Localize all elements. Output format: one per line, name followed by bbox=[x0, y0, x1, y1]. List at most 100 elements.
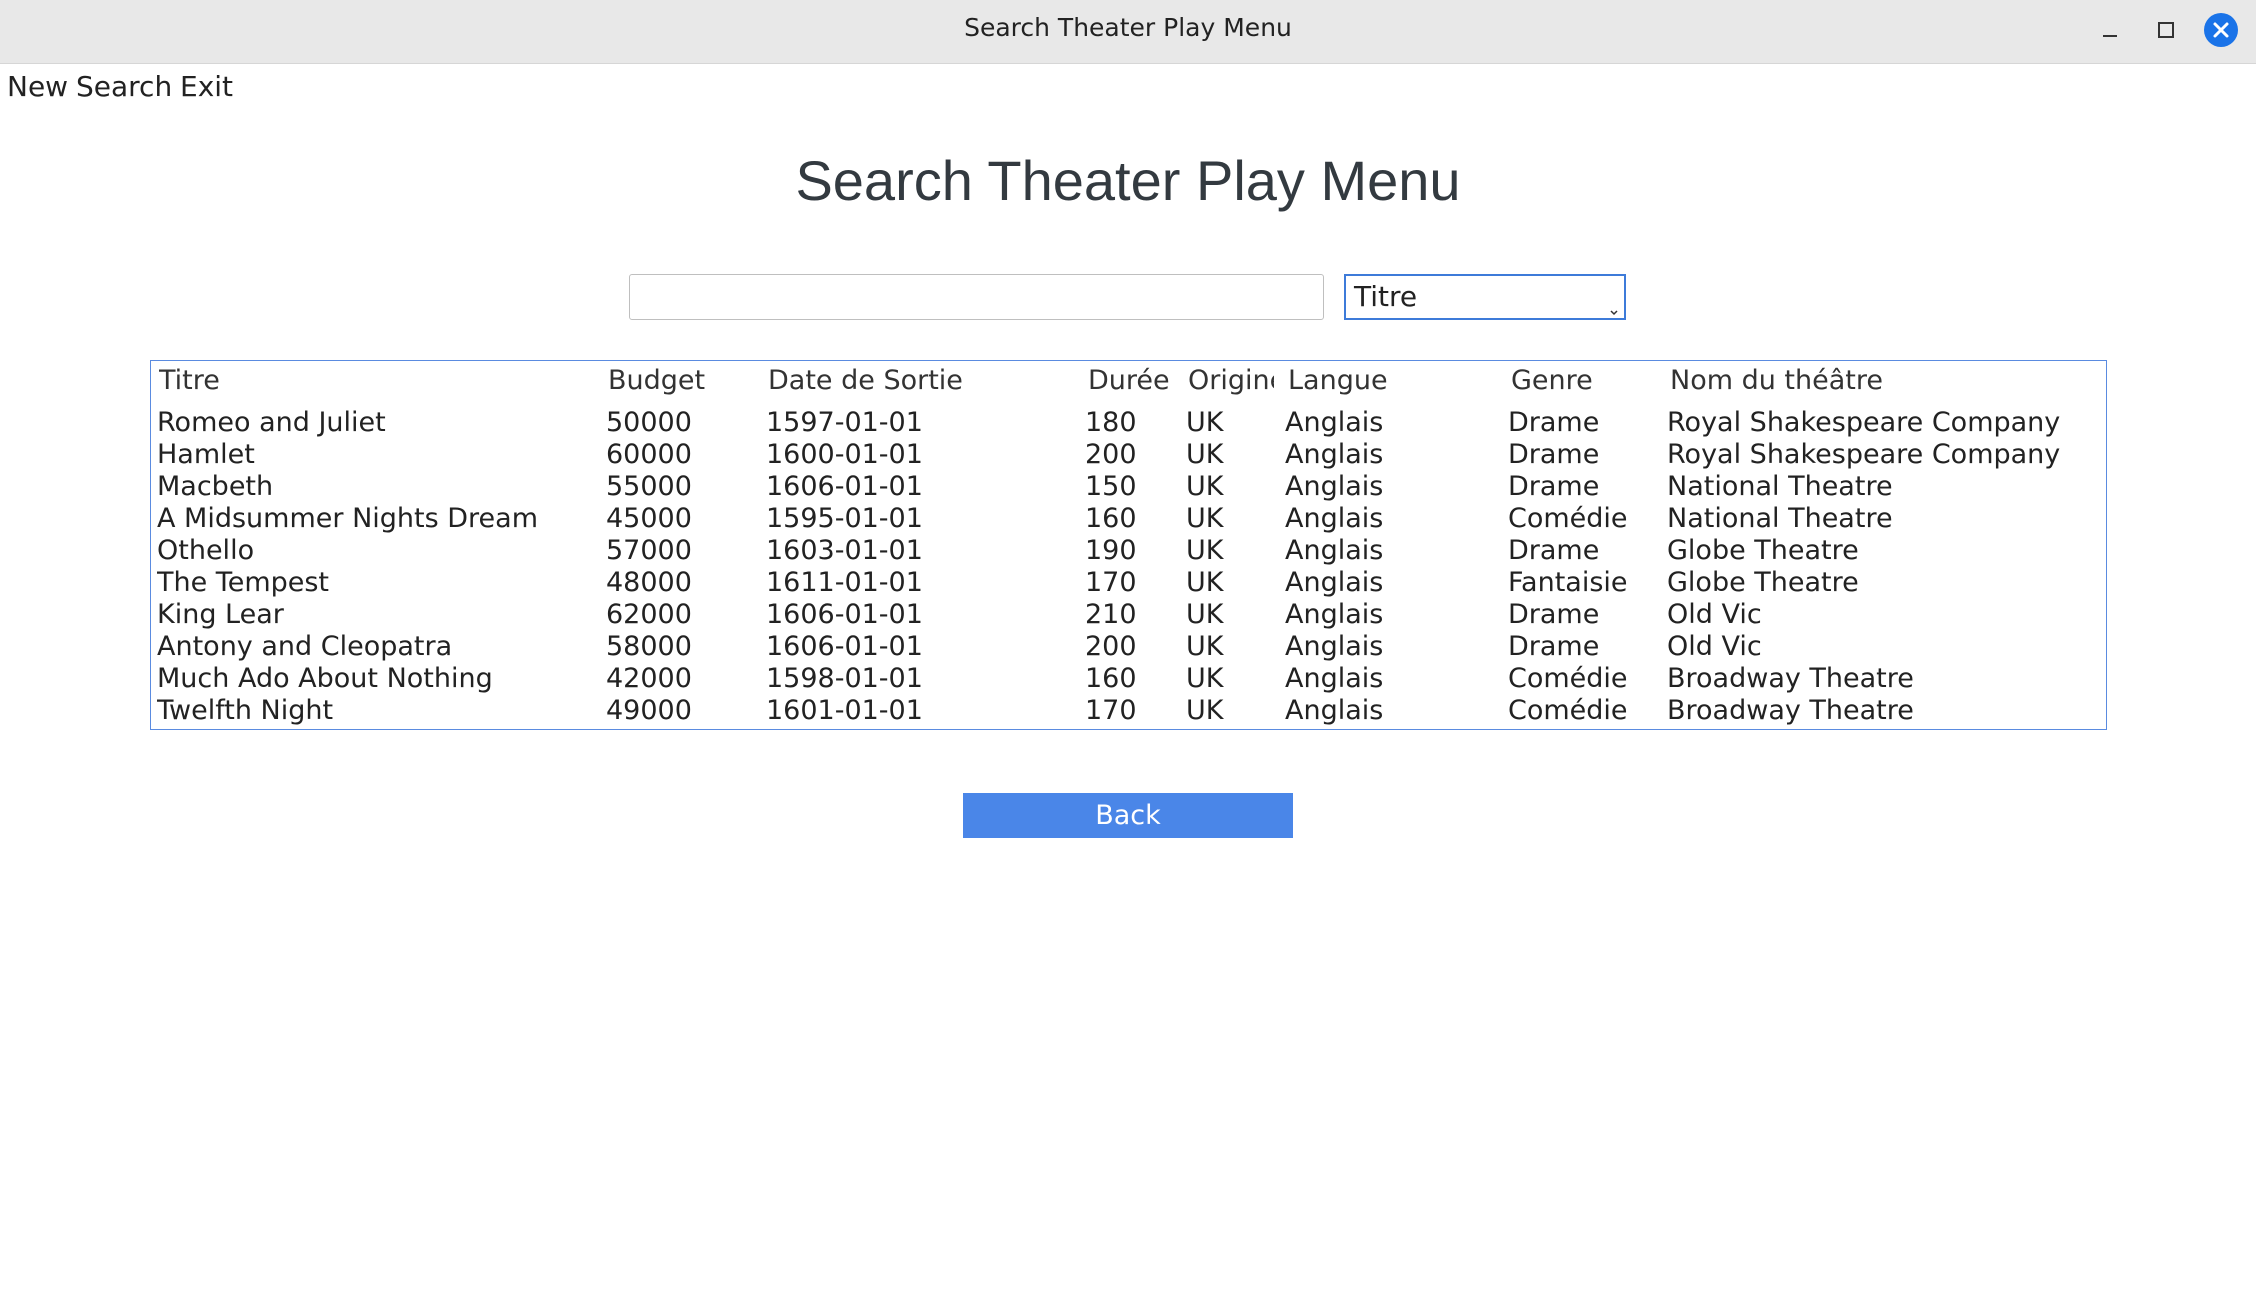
table-row[interactable]: A Midsummer Nights Dream 45000 1595-01-0… bbox=[151, 503, 2106, 535]
column-header-langue[interactable]: Langue bbox=[1288, 365, 1498, 397]
results-table[interactable]: Titre Budget Date de Sortie Durée Origin… bbox=[150, 360, 2107, 730]
cell-titre: Much Ado About Nothing bbox=[157, 663, 493, 694]
cell-date: 1603-01-01 bbox=[766, 535, 923, 566]
search-field-select[interactable]: Titre bbox=[1344, 274, 1626, 320]
cell-origine: UK bbox=[1186, 567, 1224, 598]
cell-duree: 190 bbox=[1085, 535, 1137, 566]
cell-titre: A Midsummer Nights Dream bbox=[157, 503, 539, 534]
table-row[interactable]: Macbeth 55000 1606-01-01 150 UK Anglais … bbox=[151, 471, 2106, 503]
cell-genre: Drame bbox=[1508, 439, 1600, 470]
minimize-icon bbox=[2103, 35, 2117, 37]
cell-titre: Twelfth Night bbox=[157, 695, 334, 726]
cell-theatre: National Theatre bbox=[1667, 471, 1893, 502]
table-row[interactable]: Othello 57000 1603-01-01 190 UK Anglais … bbox=[151, 535, 2106, 567]
cell-titre: Othello bbox=[157, 535, 255, 566]
cell-duree: 150 bbox=[1085, 471, 1137, 502]
cell-date: 1606-01-01 bbox=[766, 599, 923, 630]
cell-genre: Drame bbox=[1508, 535, 1600, 566]
cell-origine: UK bbox=[1186, 407, 1224, 438]
cell-duree: 160 bbox=[1085, 663, 1137, 694]
cell-budget: 48000 bbox=[606, 567, 692, 598]
column-header-nom-du-theatre[interactable]: Nom du théâtre bbox=[1670, 365, 2100, 397]
column-header-genre[interactable]: Genre bbox=[1511, 365, 1661, 397]
cell-date: 1600-01-01 bbox=[766, 439, 923, 470]
cell-date: 1606-01-01 bbox=[766, 471, 923, 502]
cell-langue: Anglais bbox=[1285, 503, 1384, 534]
table-row[interactable]: Hamlet 60000 1600-01-01 200 UK Anglais D… bbox=[151, 439, 2106, 471]
column-header-date-de-sortie[interactable]: Date de Sortie bbox=[768, 365, 1068, 397]
cell-langue: Anglais bbox=[1285, 439, 1384, 470]
cell-genre: Comédie bbox=[1508, 663, 1628, 694]
cell-langue: Anglais bbox=[1285, 471, 1384, 502]
cell-budget: 49000 bbox=[606, 695, 692, 726]
maximize-button[interactable] bbox=[2148, 12, 2184, 48]
cell-genre: Fantaisie bbox=[1508, 567, 1628, 598]
table-row[interactable]: Twelfth Night 49000 1601-01-01 170 UK An… bbox=[151, 695, 2106, 727]
table-header: Titre Budget Date de Sortie Durée Origin… bbox=[151, 365, 2106, 397]
page-title: Search Theater Play Menu bbox=[795, 149, 1461, 212]
window-title: Search Theater Play Menu bbox=[964, 13, 1292, 42]
table-row[interactable]: Antony and Cleopatra 58000 1606-01-01 20… bbox=[151, 631, 2106, 663]
cell-budget: 62000 bbox=[606, 599, 692, 630]
cell-genre: Comédie bbox=[1508, 503, 1628, 534]
column-header-duree[interactable]: Durée bbox=[1088, 365, 1178, 397]
app-window: Search Theater Play Menu New Search Exit… bbox=[0, 0, 2256, 1309]
cell-origine: UK bbox=[1186, 631, 1224, 662]
table-row[interactable]: King Lear 62000 1606-01-01 210 UK Anglai… bbox=[151, 599, 2106, 631]
cell-budget: 42000 bbox=[606, 663, 692, 694]
cell-budget: 55000 bbox=[606, 471, 692, 502]
menu-exit[interactable]: Exit bbox=[180, 69, 233, 105]
cell-date: 1597-01-01 bbox=[766, 407, 923, 438]
menu-search[interactable]: Search bbox=[76, 69, 172, 105]
column-header-titre[interactable]: Titre bbox=[159, 365, 599, 397]
search-field-value: Titre bbox=[1354, 280, 1418, 313]
table-row[interactable]: The Tempest 48000 1611-01-01 170 UK Angl… bbox=[151, 567, 2106, 599]
cell-duree: 210 bbox=[1085, 599, 1137, 630]
title-bar: Search Theater Play Menu bbox=[0, 0, 2256, 64]
menu-bar: New Search Exit bbox=[0, 63, 2256, 109]
cell-genre: Drame bbox=[1508, 631, 1600, 662]
cell-theatre: National Theatre bbox=[1667, 503, 1893, 534]
cell-budget: 57000 bbox=[606, 535, 692, 566]
cell-budget: 58000 bbox=[606, 631, 692, 662]
cell-theatre: Globe Theatre bbox=[1667, 535, 1859, 566]
cell-origine: UK bbox=[1186, 439, 1224, 470]
cell-theatre: Broadway Theatre bbox=[1667, 695, 1914, 726]
cell-langue: Anglais bbox=[1285, 567, 1384, 598]
cell-titre: Antony and Cleopatra bbox=[157, 631, 453, 662]
menu-new[interactable]: New bbox=[7, 69, 68, 105]
cell-duree: 200 bbox=[1085, 439, 1137, 470]
cell-origine: UK bbox=[1186, 663, 1224, 694]
table-row[interactable]: Much Ado About Nothing 42000 1598-01-01 … bbox=[151, 663, 2106, 695]
cell-duree: 200 bbox=[1085, 631, 1137, 662]
cell-langue: Anglais bbox=[1285, 599, 1384, 630]
cell-budget: 50000 bbox=[606, 407, 692, 438]
cell-genre: Drame bbox=[1508, 471, 1600, 502]
cell-budget: 45000 bbox=[606, 503, 692, 534]
cell-theatre: Old Vic bbox=[1667, 599, 1762, 630]
search-input[interactable] bbox=[629, 274, 1324, 320]
cell-genre: Drame bbox=[1508, 407, 1600, 438]
cell-titre: Romeo and Juliet bbox=[157, 407, 386, 438]
cell-genre: Drame bbox=[1508, 599, 1600, 630]
table-row[interactable]: Romeo and Juliet 50000 1597-01-01 180 UK… bbox=[151, 407, 2106, 439]
cell-date: 1595-01-01 bbox=[766, 503, 923, 534]
cell-titre: King Lear bbox=[157, 599, 284, 630]
cell-langue: Anglais bbox=[1285, 535, 1384, 566]
cell-theatre: Broadway Theatre bbox=[1667, 663, 1914, 694]
close-button[interactable] bbox=[2203, 12, 2239, 48]
cell-origine: UK bbox=[1186, 695, 1224, 726]
column-header-budget[interactable]: Budget bbox=[608, 365, 758, 397]
cell-duree: 170 bbox=[1085, 695, 1137, 726]
cell-theatre: Royal Shakespeare Company bbox=[1667, 439, 2061, 470]
cell-duree: 160 bbox=[1085, 503, 1137, 534]
cell-genre: Comédie bbox=[1508, 695, 1628, 726]
cell-budget: 60000 bbox=[606, 439, 692, 470]
back-button[interactable]: Back bbox=[963, 793, 1293, 838]
chevron-down-icon bbox=[1610, 310, 1618, 316]
cell-theatre: Royal Shakespeare Company bbox=[1667, 407, 2061, 438]
column-header-origine[interactable]: Origine bbox=[1188, 365, 1274, 397]
minimize-button[interactable] bbox=[2092, 12, 2128, 48]
cell-titre: Hamlet bbox=[157, 439, 255, 470]
cell-date: 1611-01-01 bbox=[766, 567, 923, 598]
